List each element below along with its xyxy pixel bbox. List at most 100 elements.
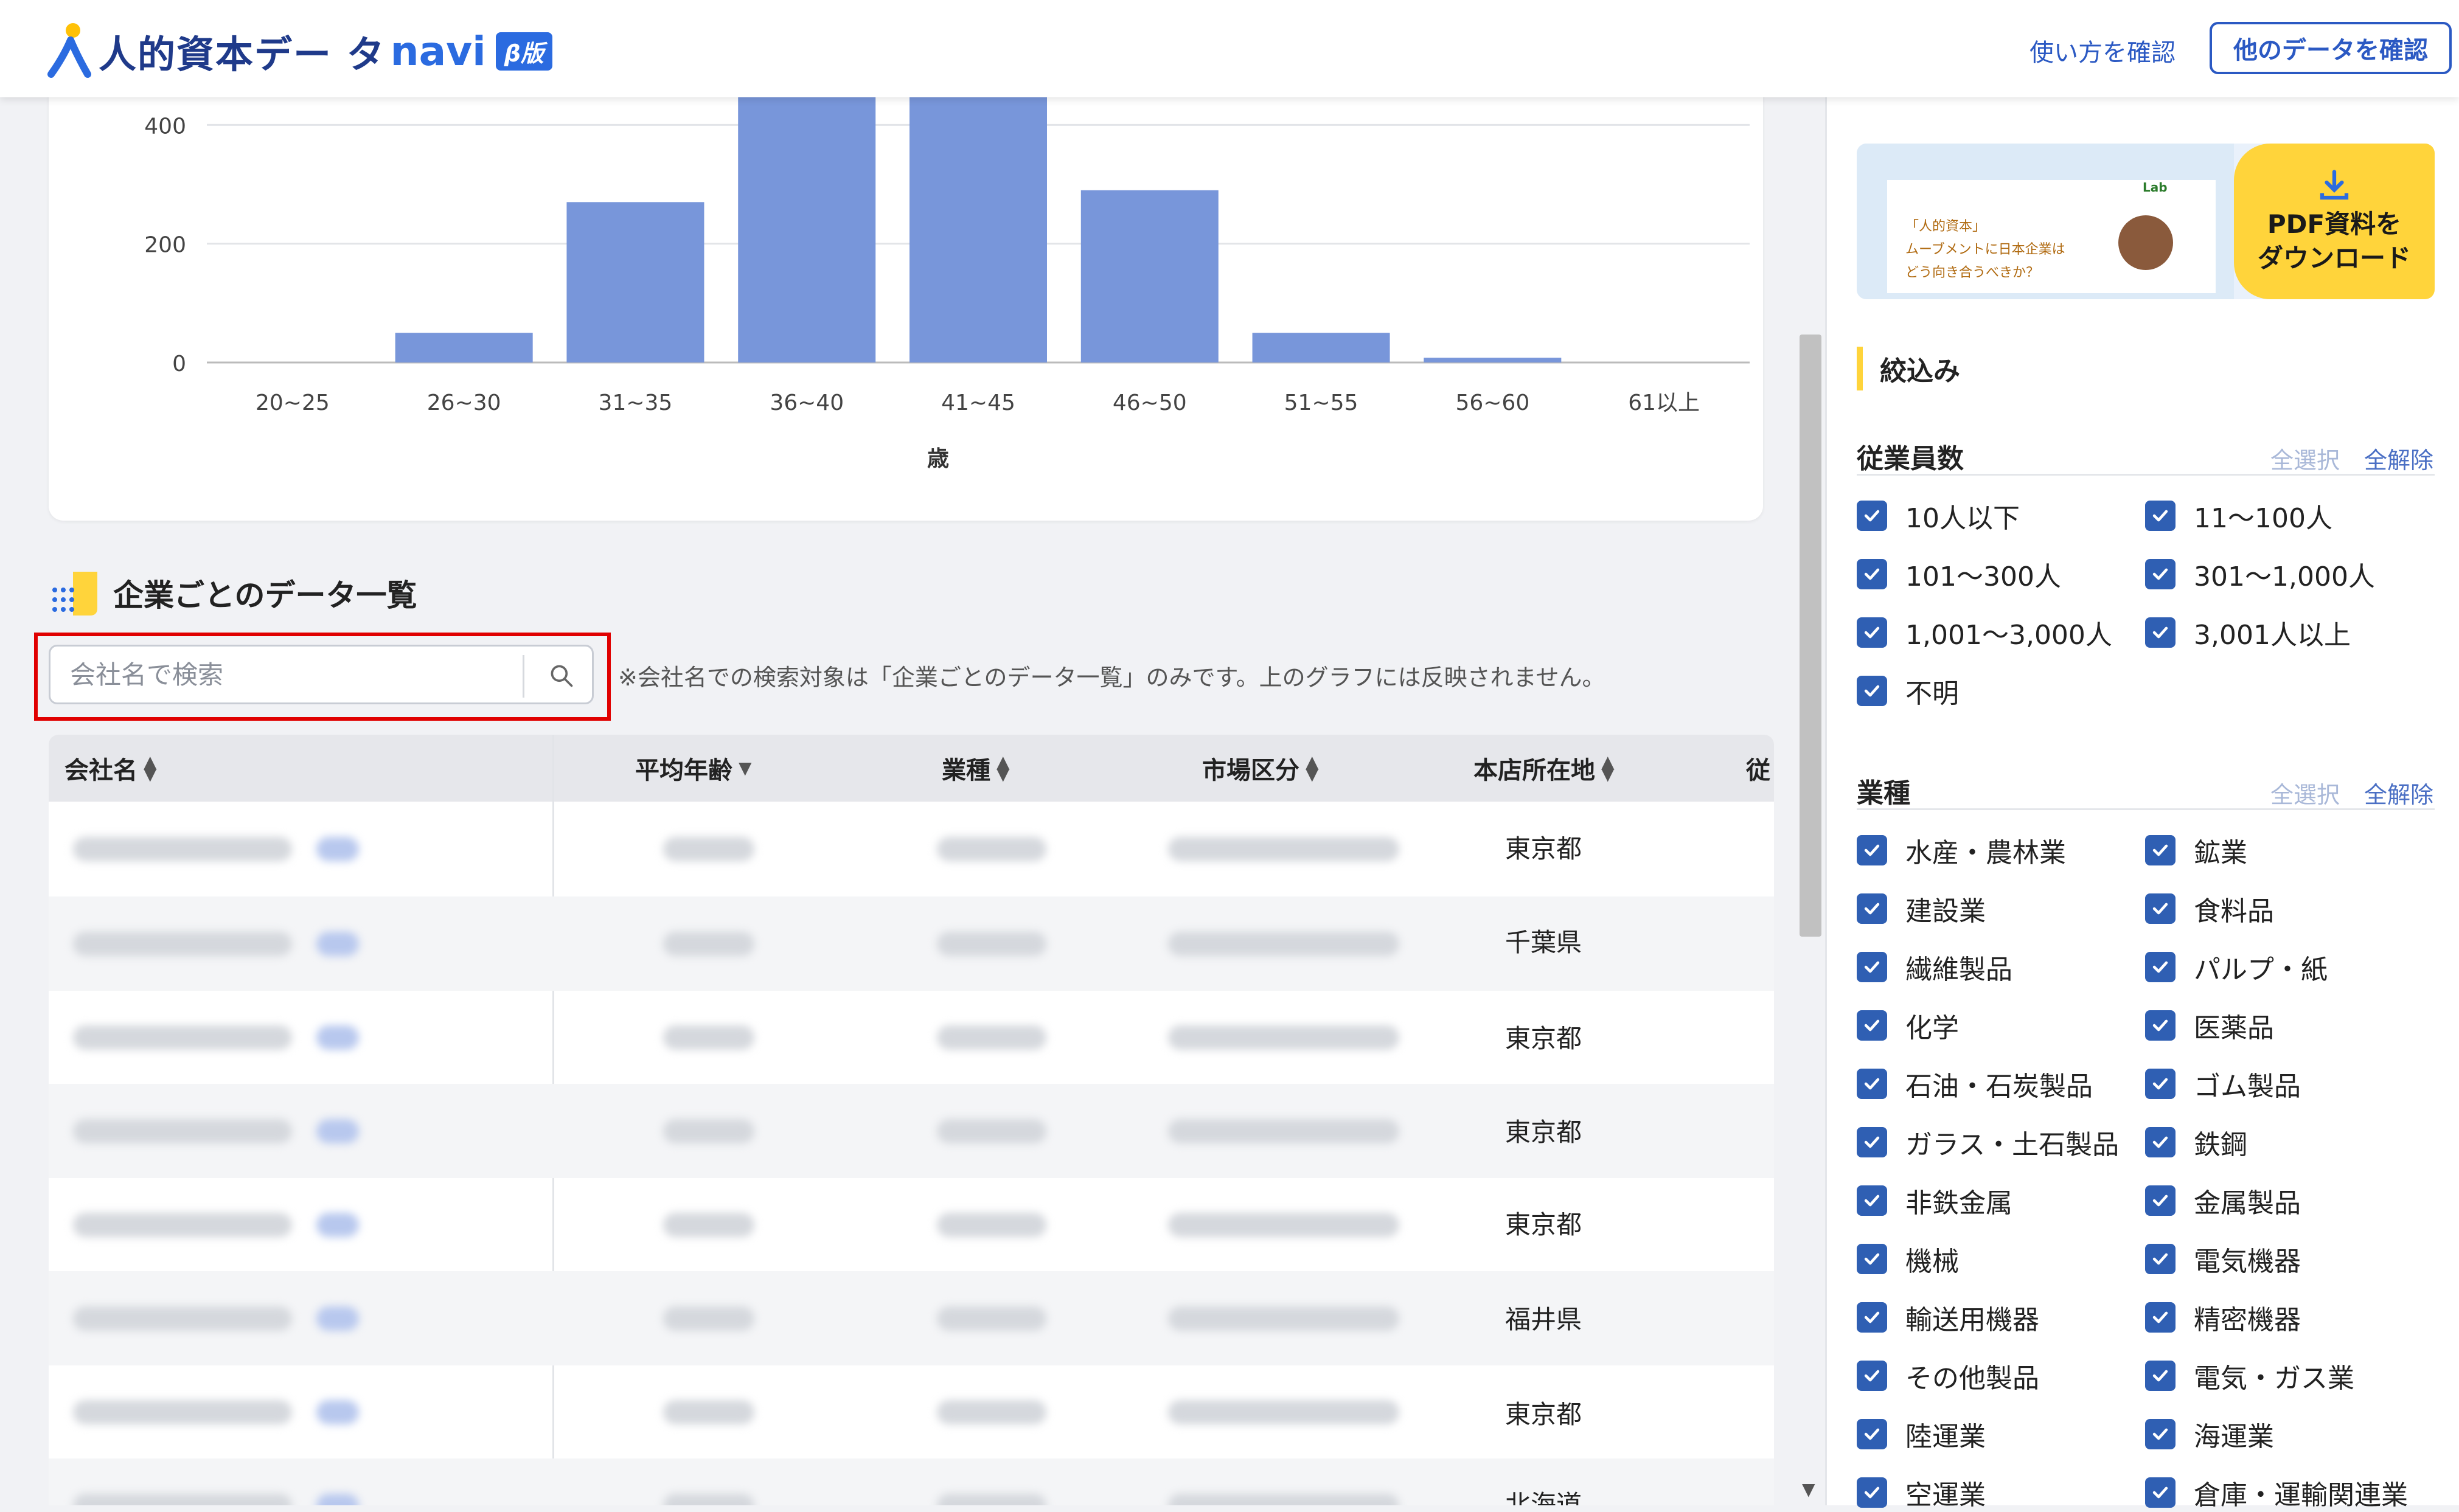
- x-tick-label: 56~60: [1455, 390, 1529, 415]
- blurred-cell: [1168, 1119, 1399, 1143]
- blurred-cell: [937, 1306, 1046, 1331]
- table-row[interactable]: 東京都: [49, 802, 1774, 896]
- filter-option-label: 海運業: [2194, 1421, 2274, 1452]
- bar: [395, 333, 533, 362]
- checkmark-icon: [1857, 1302, 1887, 1333]
- filter-checkbox[interactable]: 倉庫・運輸関連業: [2145, 1474, 2408, 1511]
- filter-checkbox[interactable]: 精密機器: [2145, 1299, 2301, 1336]
- checkmark-icon: [1857, 1069, 1887, 1099]
- filter-checkbox[interactable]: 鉄鋼: [2145, 1124, 2247, 1160]
- filter-checkbox[interactable]: 301〜1,000人: [2145, 556, 2375, 592]
- scroll-down-arrow-icon[interactable]: ▼: [1802, 1479, 1815, 1499]
- header-extra[interactable]: 従: [1746, 735, 1770, 802]
- blurred-cell: [73, 932, 292, 956]
- filter-checkbox[interactable]: 電気・ガス業: [2145, 1358, 2354, 1394]
- filter-checkbox[interactable]: 金属製品: [2145, 1182, 2301, 1219]
- filter-checkbox[interactable]: 医薬品: [2145, 1007, 2274, 1044]
- filter-option-label: 1,001〜3,000人: [1905, 620, 2112, 651]
- blurred-cell: [663, 932, 754, 956]
- filter-checkbox[interactable]: 石油・石炭製品: [1857, 1066, 2093, 1102]
- table-row[interactable]: 東京都: [49, 990, 1774, 1084]
- filter-option-label: 食料品: [2194, 896, 2274, 927]
- blurred-cell: [316, 1025, 359, 1050]
- site-logo[interactable]: 人的資本デー タ navi β版: [46, 21, 552, 81]
- checkmark-icon: [2145, 1361, 2176, 1391]
- search-note: ※会社名での検索対象は「企業ごとのデータ一覧」のみです。上のグラフには反映されま…: [618, 664, 1605, 691]
- filter-checkbox[interactable]: 海運業: [2145, 1416, 2274, 1452]
- select-all-link[interactable]: 全選択: [2270, 776, 2340, 810]
- bar: [1424, 358, 1562, 362]
- filter-checkbox[interactable]: その他製品: [1857, 1358, 2039, 1394]
- filter-checkbox[interactable]: 建設業: [1857, 890, 1986, 927]
- header-hq[interactable]: 本店所在地 ▲ ▼: [1473, 735, 1615, 802]
- filter-checkbox[interactable]: 繊維製品: [1857, 949, 2012, 985]
- filter-checkbox[interactable]: 10人以下: [1857, 498, 2020, 534]
- filter-option-label: その他製品: [1905, 1363, 2039, 1394]
- clear-all-link[interactable]: 全解除: [2364, 776, 2433, 810]
- x-tick-label: 31~35: [599, 390, 673, 415]
- checkmark-icon: [1857, 1185, 1887, 1216]
- header-avg-age[interactable]: 平均年齢 ▼: [635, 735, 752, 802]
- search-button[interactable]: [531, 650, 592, 701]
- sort-icon: ▲ ▼: [996, 752, 1010, 784]
- blurred-cell: [316, 1119, 359, 1143]
- filter-checkbox[interactable]: ゴム製品: [2145, 1066, 2301, 1102]
- hq-cell: 東京都: [1505, 834, 1582, 864]
- hq-cell: 東京都: [1505, 1117, 1582, 1147]
- filter-checkbox[interactable]: パルプ・紙: [2145, 949, 2328, 985]
- howto-link[interactable]: 使い方を確認: [2029, 33, 2176, 68]
- blurred-cell: [663, 1213, 754, 1237]
- table-row[interactable]: 福井県: [49, 1271, 1774, 1365]
- filter-checkbox[interactable]: 11〜100人: [2145, 498, 2332, 534]
- filter-checkbox[interactable]: ガラス・土石製品: [1857, 1124, 2119, 1160]
- hq-cell: 東京都: [1505, 1210, 1582, 1240]
- header-market[interactable]: 市場区分 ▲ ▼: [1202, 735, 1319, 802]
- checkmark-icon: [1857, 893, 1887, 924]
- blurred-cell: [316, 1400, 359, 1424]
- table-row[interactable]: 東京都: [49, 1365, 1774, 1459]
- filter-checkbox[interactable]: 3,001人以上: [2145, 614, 2351, 651]
- table-row[interactable]: 東京都: [49, 1084, 1774, 1178]
- header-market-label: 市場区分: [1202, 757, 1299, 785]
- hq-cell: 北海道: [1505, 1489, 1582, 1505]
- filter-title-label: 絞込み: [1880, 356, 1960, 387]
- filter-checkbox[interactable]: 101〜300人: [1857, 556, 2061, 592]
- filter-checkbox[interactable]: 鉱業: [2145, 832, 2247, 869]
- header-extra-label: 従: [1746, 757, 1770, 785]
- x-tick-label: 36~40: [770, 390, 844, 415]
- table-row[interactable]: 北海道: [49, 1458, 1774, 1505]
- blurred-cell: [73, 1025, 292, 1050]
- filter-checkbox[interactable]: 水産・農林業: [1857, 832, 2066, 869]
- checkmark-icon: [1857, 1361, 1887, 1391]
- filter-checkbox[interactable]: 不明: [1857, 673, 1959, 709]
- filter-checkbox[interactable]: 輸送用機器: [1857, 1299, 2039, 1336]
- select-all-link[interactable]: 全選択: [2270, 442, 2340, 475]
- clear-all-link[interactable]: 全解除: [2364, 442, 2433, 475]
- filter-checkbox[interactable]: 1,001〜3,000人: [1857, 614, 2112, 651]
- checkmark-icon: [2145, 893, 2176, 924]
- table-row[interactable]: 東京都: [49, 1177, 1774, 1272]
- data-list-icon: [52, 572, 97, 616]
- top-header: 人的資本デー タ navi β版 使い方を確認 他のデータを確認: [0, 0, 2459, 97]
- filter-checkbox[interactable]: 機械: [1857, 1241, 1959, 1277]
- header-industry[interactable]: 業種 ▲ ▼: [942, 735, 1010, 802]
- company-search-input[interactable]: [54, 650, 535, 699]
- scrollbar-thumb[interactable]: [1800, 335, 1821, 937]
- checkmark-icon: [2145, 1244, 2176, 1274]
- table-row[interactable]: 千葉県: [49, 896, 1774, 991]
- filter-checkbox[interactable]: 陸運業: [1857, 1416, 1986, 1452]
- filter-checkbox[interactable]: 電気機器: [2145, 1241, 2301, 1277]
- blurred-cell: [937, 1025, 1046, 1050]
- pdf-download-banner[interactable]: Lab 「人的資本」 ムーブメントに日本企業は どう向き合うべきか？ PDF資料…: [1857, 144, 2435, 299]
- other-data-button[interactable]: 他のデータを確認: [2210, 22, 2452, 74]
- header-company[interactable]: 会社名 ▲ ▼: [64, 735, 157, 802]
- filter-checkbox[interactable]: 食料品: [2145, 890, 2274, 927]
- filter-checkbox[interactable]: 空運業: [1857, 1474, 1986, 1511]
- header-hq-label: 本店所在地: [1473, 757, 1595, 785]
- banner-text: 「人的資本」 ムーブメントに日本企業は どう向き合うべきか？: [1905, 219, 2065, 280]
- blurred-cell: [1168, 1306, 1399, 1331]
- filter-checkbox[interactable]: 非鉄金属: [1857, 1182, 2012, 1219]
- filter-checkbox[interactable]: 化学: [1857, 1007, 1959, 1044]
- header-avg-age-label: 平均年齢: [635, 757, 732, 785]
- filter-accent-bar: [1857, 347, 1863, 390]
